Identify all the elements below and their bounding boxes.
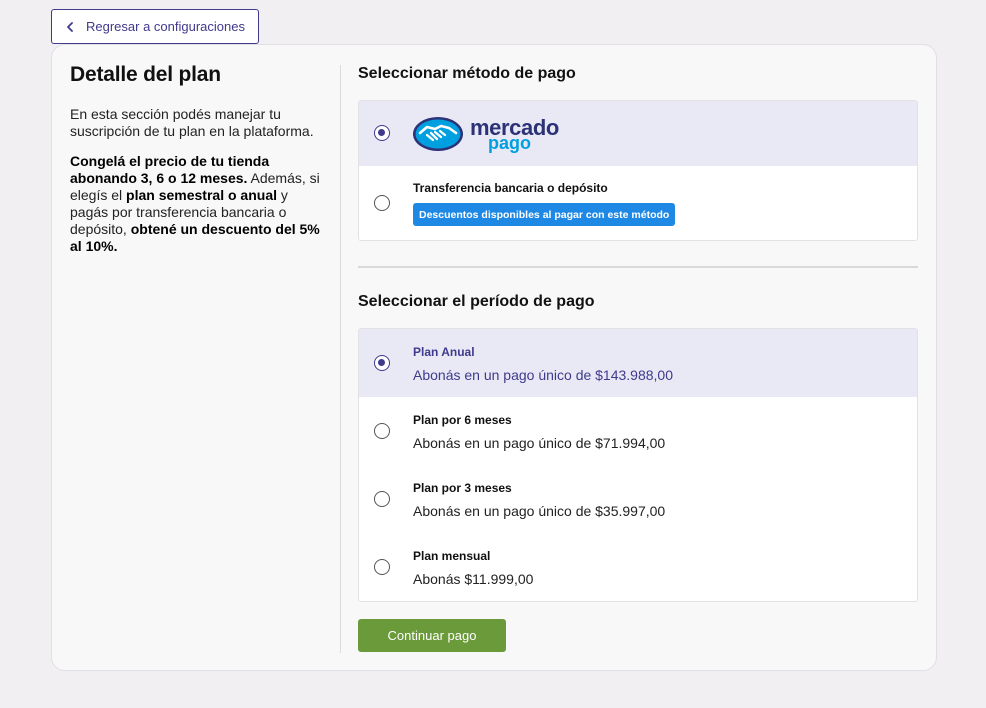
period-sub-3-months: Abonás en un pago único de $35.997,00 [413,503,666,519]
radio-bank-transfer[interactable] [374,195,390,211]
radio-annual[interactable] [374,355,390,371]
back-to-settings-button[interactable]: Regresar a configuraciones [51,9,259,44]
column-divider [340,65,341,653]
radio-mercadopago[interactable] [374,125,390,141]
radio-3-months[interactable] [374,491,390,507]
continue-payment-button[interactable]: Continuar pago [358,619,506,652]
plan-detail-panel: Detalle del plan En esta sección podés m… [70,63,320,268]
period-label-3-months: Plan por 3 meses [413,481,512,495]
payment-method-title: Seleccionar método de pago [358,65,576,82]
mercadopago-logo: mercado pago [412,115,559,153]
period-option-3-months[interactable]: Plan por 3 meses Abonás en un pago único… [359,465,917,533]
period-option-monthly[interactable]: Plan mensual Abonás $11.999,00 [359,533,917,601]
payment-option-bank-transfer[interactable]: Transferencia bancaria o depósito Descue… [359,166,917,240]
period-label-annual: Plan Anual [413,345,475,359]
payment-period-title: Seleccionar el período de pago [358,293,595,310]
payment-method-options: mercado pago Transferencia bancaria o de… [358,100,918,241]
plan-promo-text: Congelá el precio de tu tienda abonando … [70,153,320,255]
period-sub-annual: Abonás en un pago único de $143.988,00 [413,367,674,383]
promo-bold-1: Congelá el precio de tu tienda abonando … [70,153,270,186]
period-label-monthly: Plan mensual [413,549,491,563]
period-option-6-months[interactable]: Plan por 6 meses Abonás en un pago único… [359,397,917,465]
mercadopago-logo-word2: pago [488,133,531,153]
period-sub-monthly: Abonás $11.999,00 [413,571,534,587]
promo-bold-3: plan semestral o anual [126,187,277,203]
radio-6-months[interactable] [374,423,390,439]
page-title: Detalle del plan [70,63,221,86]
radio-monthly[interactable] [374,559,390,575]
payment-option-mercadopago[interactable]: mercado pago [359,101,917,166]
bank-transfer-label: Transferencia bancaria o depósito [413,181,608,195]
period-sub-6-months: Abonás en un pago único de $71.994,00 [413,435,666,451]
plan-intro-text: En esta sección podés manejar tu suscrip… [70,106,314,139]
chevron-left-icon [66,21,76,32]
discount-badge: Descuentos disponibles al pagar con este… [413,203,676,226]
payment-period-options: Plan Anual Abonás en un pago único de $1… [358,328,918,602]
plan-card: Detalle del plan En esta sección podés m… [51,44,937,671]
period-option-annual[interactable]: Plan Anual Abonás en un pago único de $1… [359,329,917,397]
section-divider [358,266,918,268]
handshake-icon [413,117,463,151]
period-label-6-months: Plan por 6 meses [413,413,512,427]
back-button-label: Regresar a configuraciones [86,19,245,34]
